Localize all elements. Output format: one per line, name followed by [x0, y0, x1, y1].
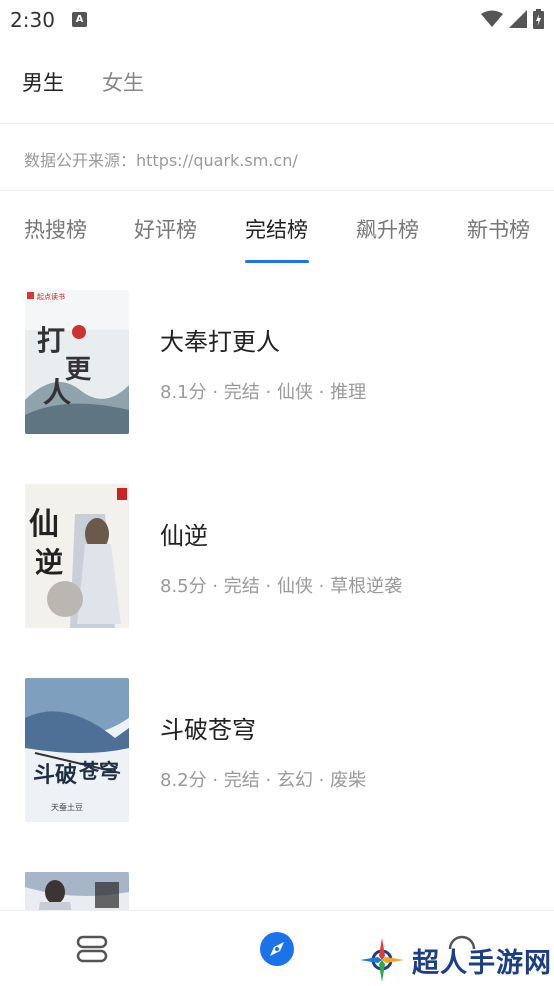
svg-text:打: 打: [37, 324, 65, 357]
book-title: 大奉打更人: [160, 328, 280, 356]
svg-text:逆: 逆: [35, 546, 63, 579]
status-time: 2:30: [10, 8, 55, 32]
divider: [0, 190, 554, 191]
book-title: 斗破苍穹: [160, 716, 256, 744]
book-cover: [25, 872, 129, 910]
nav-discover[interactable]: [257, 929, 297, 969]
svg-text:人: 人: [43, 376, 71, 409]
battery-icon: [533, 9, 544, 29]
ranking-tabs: 热搜榜 好评榜 完结榜 飙升榜 新书榜: [0, 200, 554, 266]
nav-bookshelf[interactable]: [72, 929, 112, 969]
tab-male[interactable]: 男生: [22, 67, 64, 97]
book-meta: 8.2分 · 完结 · 玄幻 · 废柴: [160, 770, 367, 791]
active-tab-indicator: [245, 260, 309, 263]
gender-tabs: 男生 女生: [0, 55, 554, 105]
tab-completed[interactable]: 完结榜: [245, 214, 308, 244]
site-watermark: 超人手游网: [358, 935, 554, 985]
book-meta: 8.5分 · 完结 · 仙侠 · 草根逆袭: [160, 576, 403, 597]
cover-publisher-text: 起点读书: [37, 292, 65, 301]
book-cover: 起点读书 打 更 人: [25, 290, 129, 434]
book-title: 仙逆: [160, 522, 208, 550]
book-list: 起点读书 打 更 人 大奉打更人 8.1分 · 完结 · 仙侠 · 推理 仙 逆: [0, 290, 554, 910]
compass-icon: [260, 932, 294, 966]
book-item[interactable]: 起点读书 打 更 人 大奉打更人 8.1分 · 完结 · 仙侠 · 推理: [0, 290, 554, 436]
bookshelf-icon: [76, 935, 108, 963]
cover-author-text: 天蚕土豆: [51, 802, 83, 812]
book-item[interactable]: [0, 872, 554, 910]
book-cover: 斗破 苍穹 天蚕土豆: [25, 678, 129, 822]
signal-icon: [509, 10, 527, 28]
tab-new-books[interactable]: 新书榜: [467, 214, 530, 244]
divider: [0, 123, 554, 124]
svg-text:苍穹: 苍穹: [78, 759, 119, 783]
data-source-text: 数据公开来源：https://quark.sm.cn/: [24, 151, 298, 170]
watermark-logo-icon: [360, 938, 404, 982]
svg-text:仙: 仙: [29, 507, 59, 542]
tab-hot-search[interactable]: 热搜榜: [24, 214, 87, 244]
book-item[interactable]: 斗破 苍穹 天蚕土豆 斗破苍穹 8.2分 · 完结 · 玄幻 · 废柴: [0, 678, 554, 824]
watermark-text: 超人手游网: [412, 947, 552, 979]
svg-text:斗破: 斗破: [33, 762, 77, 788]
book-item[interactable]: 仙 逆 仙逆 8.5分 · 完结 · 仙侠 · 草根逆袭: [0, 484, 554, 630]
status-icons: [481, 8, 544, 30]
tab-rising[interactable]: 飙升榜: [356, 214, 419, 244]
book-cover: 仙 逆: [25, 484, 129, 628]
book-meta: 8.1分 · 完结 · 仙侠 · 推理: [160, 382, 367, 403]
status-bar: 2:30 A: [0, 0, 554, 40]
wifi-icon: [481, 10, 503, 27]
tab-top-rated[interactable]: 好评榜: [134, 214, 197, 244]
notification-icon: A: [72, 12, 87, 27]
tab-female[interactable]: 女生: [102, 67, 144, 97]
